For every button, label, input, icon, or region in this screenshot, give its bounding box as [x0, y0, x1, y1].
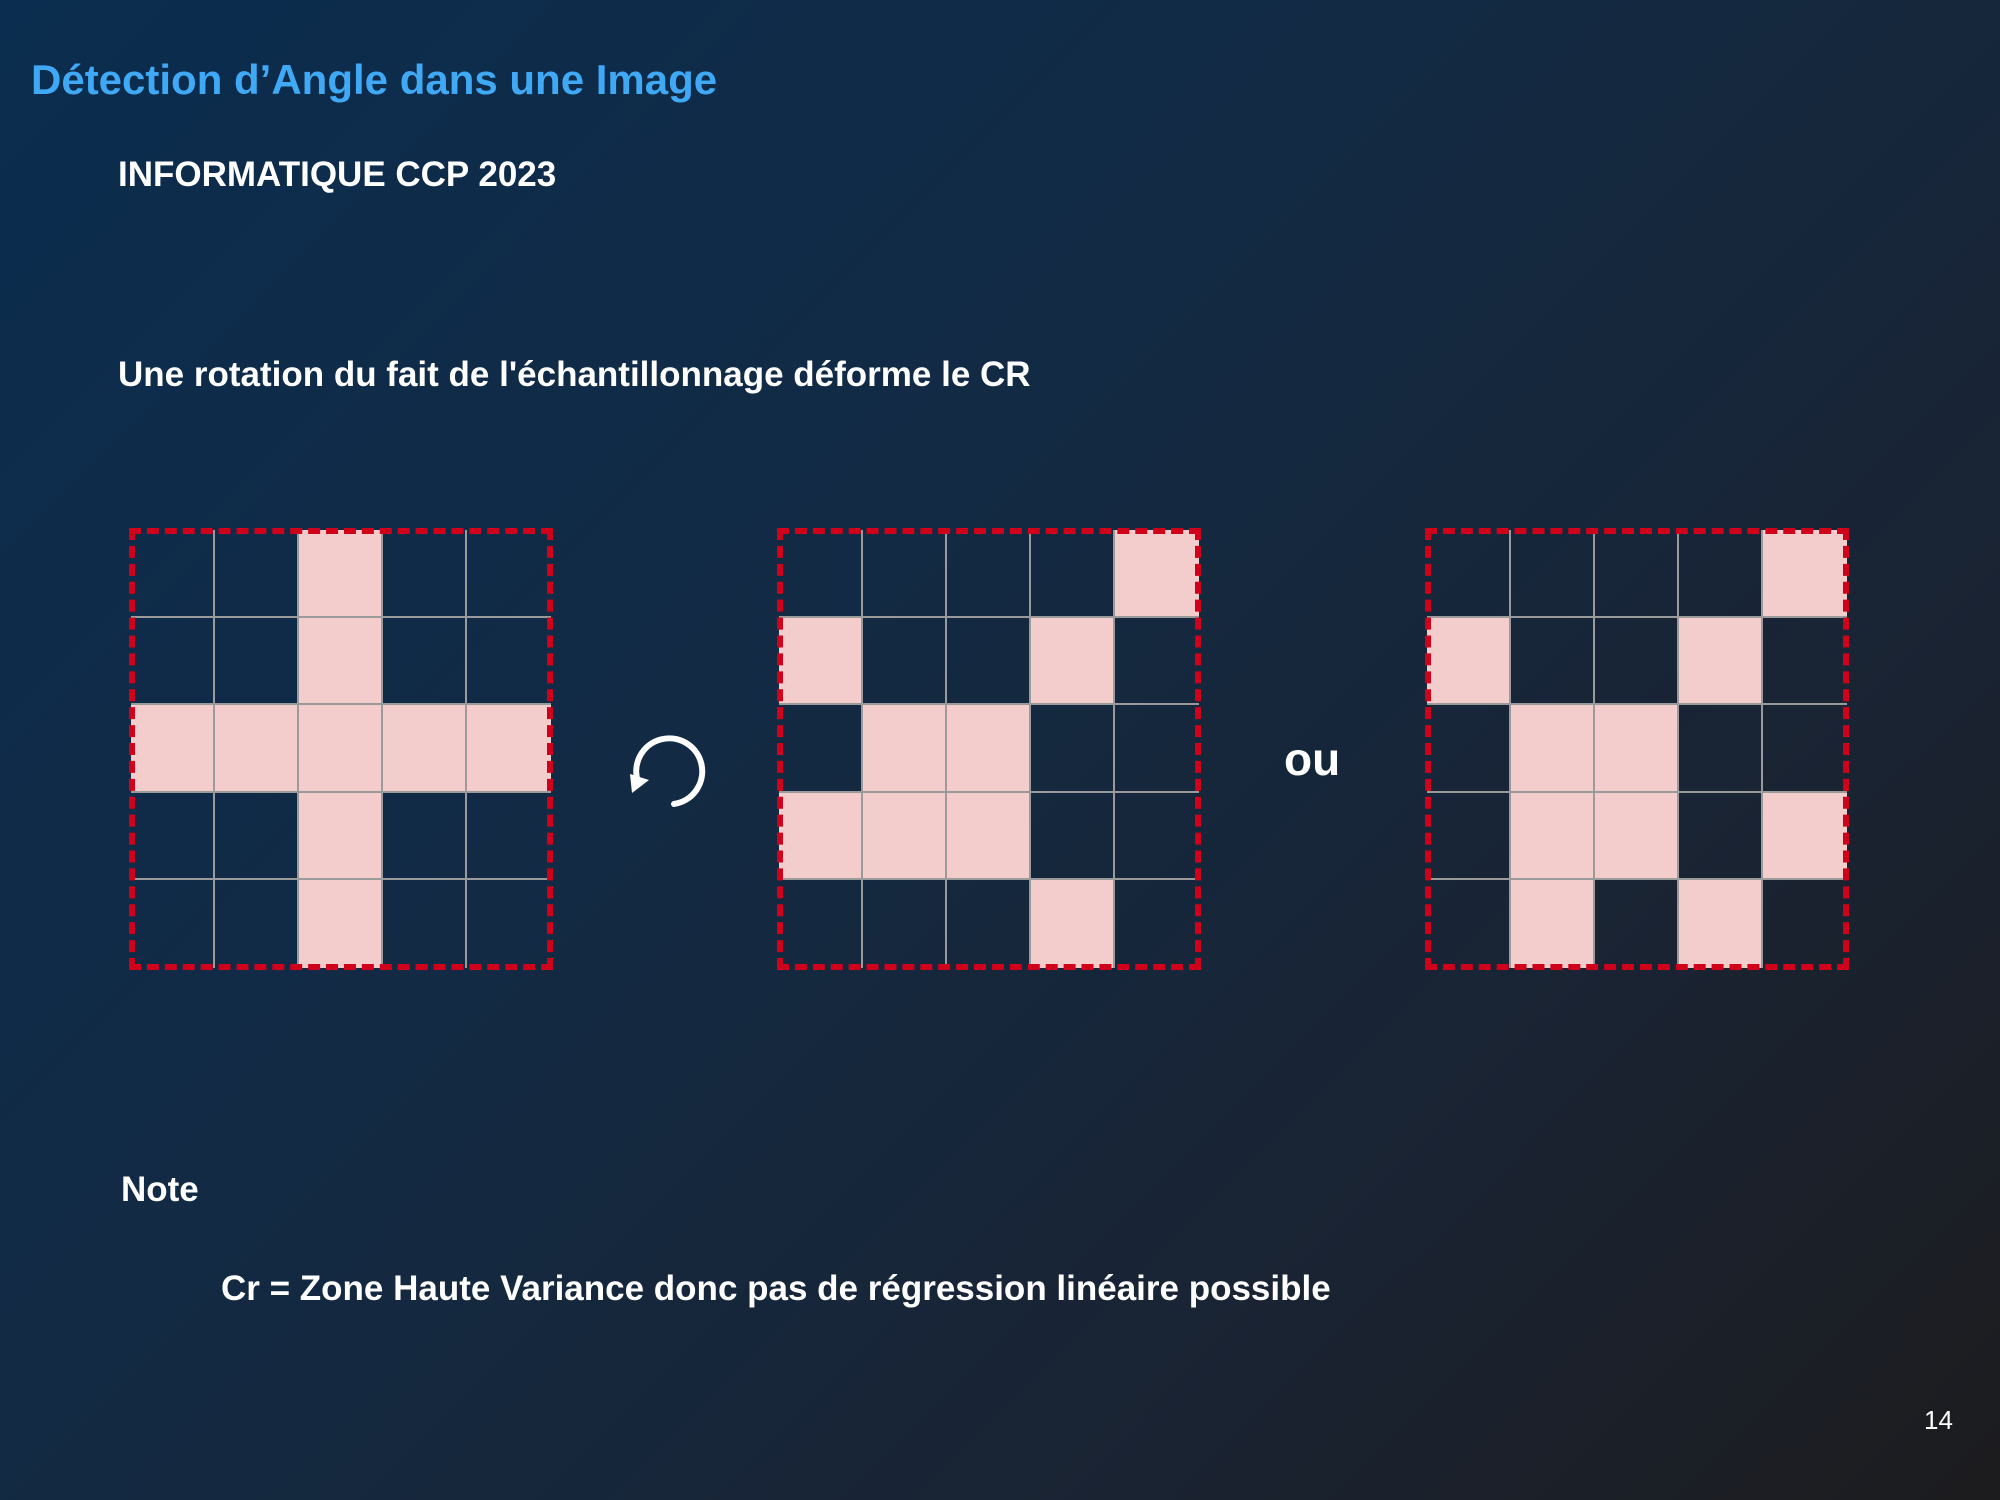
filled-pixel: [1595, 792, 1679, 881]
pixel-grid-rotated-b: [1425, 528, 1849, 970]
empty-pixel: [779, 705, 863, 793]
empty-pixel: [1679, 530, 1763, 618]
filled-pixel: [299, 880, 383, 968]
filled-pixel: [863, 705, 947, 793]
empty-pixel: [1427, 880, 1511, 968]
filled-pixel: [131, 705, 215, 793]
empty-pixel: [215, 617, 299, 706]
empty-pixel: [947, 880, 1031, 968]
filled-pixel: [1031, 880, 1115, 968]
empty-pixel: [1511, 617, 1595, 706]
note-label: Note: [121, 1170, 199, 1209]
statement-text: Une rotation du fait de l'échantillonnag…: [118, 355, 1031, 394]
empty-pixel: [863, 880, 947, 968]
empty-pixel: [1115, 705, 1199, 793]
empty-pixel: [947, 617, 1031, 706]
pixel-grid-original: [129, 528, 553, 970]
filled-pixel: [299, 792, 383, 881]
filled-pixel: [215, 705, 299, 793]
empty-pixel: [1427, 792, 1511, 881]
empty-pixel: [863, 617, 947, 706]
empty-pixel: [1427, 705, 1511, 793]
empty-pixel: [383, 880, 467, 968]
filled-pixel: [467, 705, 551, 793]
or-label: ou: [1284, 733, 1341, 785]
empty-pixel: [779, 880, 863, 968]
filled-pixel: [1115, 530, 1199, 618]
pixel-grid-rotated-a: [777, 528, 1201, 970]
empty-pixel: [863, 530, 947, 618]
filled-pixel: [1595, 705, 1679, 793]
empty-pixel: [1115, 880, 1199, 968]
empty-pixel: [947, 530, 1031, 618]
filled-pixel: [1511, 792, 1595, 881]
empty-pixel: [131, 792, 215, 881]
slide-title: Détection d’Angle dans une Image: [31, 56, 718, 103]
filled-pixel: [299, 530, 383, 618]
empty-pixel: [467, 793, 551, 881]
empty-pixel: [1511, 530, 1595, 618]
empty-pixel: [1427, 530, 1511, 618]
empty-pixel: [1031, 530, 1115, 618]
rotate-counterclockwise-icon: [630, 735, 706, 807]
empty-pixel: [131, 617, 215, 706]
filled-pixel: [1511, 705, 1595, 793]
empty-pixel: [1595, 617, 1679, 706]
slide-subtitle: INFORMATIQUE CCP 2023: [118, 155, 557, 194]
empty-pixel: [467, 880, 551, 968]
empty-pixel: [779, 530, 863, 618]
empty-pixel: [215, 792, 299, 881]
filled-pixel: [947, 705, 1031, 793]
note-text: Cr = Zone Haute Variance donc pas de rég…: [221, 1269, 1331, 1308]
page-number: 14: [1924, 1405, 1953, 1435]
filled-pixel: [779, 792, 863, 881]
empty-pixel: [1031, 705, 1115, 793]
empty-pixel: [215, 880, 299, 968]
empty-pixel: [1031, 792, 1115, 881]
filled-pixel: [299, 617, 383, 706]
filled-pixel: [863, 792, 947, 881]
empty-pixel: [1763, 705, 1847, 793]
filled-pixel: [779, 617, 863, 706]
filled-pixel: [1031, 617, 1115, 706]
filled-pixel: [1427, 617, 1511, 706]
filled-pixel: [947, 792, 1031, 881]
empty-pixel: [215, 530, 299, 618]
filled-pixel: [383, 705, 467, 793]
empty-pixel: [1115, 793, 1199, 881]
empty-pixel: [131, 880, 215, 968]
empty-pixel: [1679, 792, 1763, 881]
filled-pixel: [1679, 617, 1763, 706]
empty-pixel: [383, 792, 467, 881]
empty-pixel: [1763, 880, 1847, 968]
empty-pixel: [467, 618, 551, 706]
filled-pixel: [1679, 880, 1763, 968]
filled-pixel: [1763, 530, 1847, 618]
empty-pixel: [1115, 618, 1199, 706]
filled-pixel: [299, 705, 383, 793]
empty-pixel: [131, 530, 215, 618]
empty-pixel: [467, 530, 551, 618]
filled-pixel: [1763, 792, 1847, 881]
empty-pixel: [1679, 705, 1763, 793]
empty-pixel: [1763, 618, 1847, 706]
empty-pixel: [383, 530, 467, 618]
filled-pixel: [1511, 880, 1595, 968]
empty-pixel: [383, 617, 467, 706]
empty-pixel: [1595, 530, 1679, 618]
empty-pixel: [1595, 880, 1679, 968]
